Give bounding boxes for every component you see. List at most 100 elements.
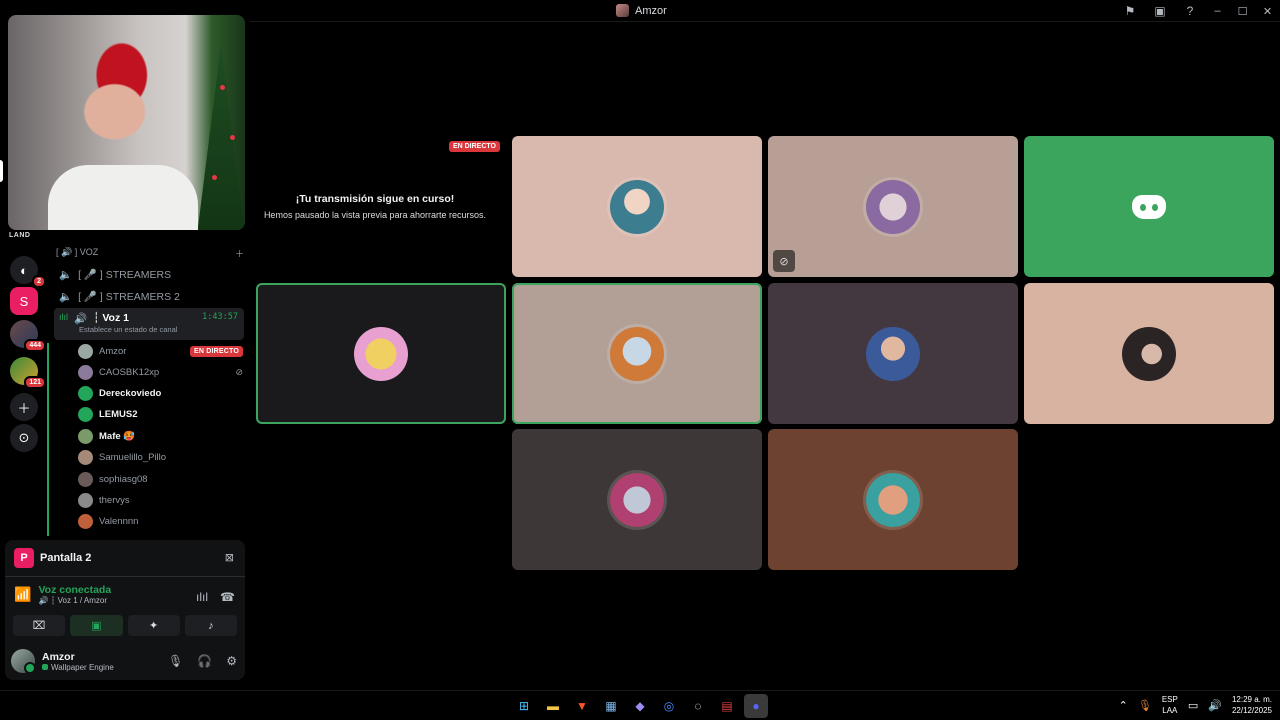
chevron-up-icon[interactable]: ⌃ [1119,699,1128,712]
capcut-button[interactable]: ▤ [715,694,739,718]
discord-taskbar-button[interactable]: ● [744,694,768,718]
member-sophiasg08[interactable]: sophiasg08 [78,470,243,489]
channel-streamers-2[interactable]: 🔈 [ 🎤 ] STREAMERS 2 [54,286,244,306]
camera-button[interactable]: ⌧ [13,615,66,636]
participant-tile[interactable] [512,136,762,277]
brave-button[interactable]: ▼ [570,694,594,718]
soundboard-button[interactable]: ♪ [184,615,237,636]
flag-icon[interactable]: ⚑ [1115,0,1145,22]
plus-icon[interactable]: ＋ [235,247,244,260]
screen-app-icon: P [14,548,34,568]
stop-stream-icon[interactable]: ⊠ [225,551,234,564]
app-icon [42,664,48,670]
start-button[interactable]: ⊞ [512,694,536,718]
microphone-icon[interactable]: 🎙 [168,654,183,668]
member-caosbk12xp[interactable]: CAOSBK12xp ⊘ [78,363,243,382]
network-icon[interactable]: ▭ [1188,699,1198,712]
store-icon: ▦ [605,699,617,713]
clock[interactable]: 12:29 a. m. 22/12/2025 [1232,694,1272,716]
own-stream-tile[interactable]: EN DIRECTO ¡Tu transmisión sigue en curs… [250,136,500,277]
server-folder-2[interactable]: 121 [10,357,46,389]
participant-tile[interactable] [1024,283,1274,424]
inbox-icon[interactable]: ▣ [1145,0,1175,22]
server-folder-1[interactable]: 444 [10,320,46,352]
user-status: Wallpaper Engine [42,663,114,672]
avatar [78,407,93,422]
gamepad-icon: ◆ [635,699,645,713]
microphone-icon[interactable]: 🎙 [1138,699,1152,712]
avatar [78,493,93,508]
member-mafe[interactable]: Mafe 🥵 [78,427,243,446]
add-server-button[interactable]: ＋ [10,393,38,421]
maximize-icon[interactable]: ☐ [1230,0,1255,22]
discord-window: LAND ◐ 2 S 444 121 ＋ ⊙ Amzor ⚑ ▣ ? – ☐ ✕ … [0,0,1280,690]
swirl-icon: ◐ [20,262,28,278]
voice-panel: P Pantalla 2 ⊠ 📶 Voz conectada 🔊 ┆ Voz 1… [5,540,245,680]
minimize-icon[interactable]: – [1205,0,1230,22]
windows-icon: ⊞ [518,699,530,713]
member-thervys[interactable]: thervys [78,491,243,510]
christmas-tree [197,45,245,230]
participant-tile[interactable] [768,283,1018,424]
activities-button[interactable]: ✦ [127,615,180,636]
screen-share-header: P Pantalla 2 [14,548,91,568]
language-indicator[interactable]: ESP LAA [1162,694,1178,716]
help-icon[interactable]: ? [1175,0,1205,22]
window-title: Amzor [616,4,667,17]
voice-status: Voz conectada [38,584,112,596]
participant-tile[interactable] [768,429,1018,570]
participant-tile[interactable] [256,283,506,424]
channel-streamers[interactable]: 🔈 [ 🎤 ] STREAMERS [54,264,244,284]
screen-share-button[interactable]: ▣ [70,615,123,636]
volume-icon[interactable]: 🔊 [1208,699,1222,712]
avatar [610,326,664,381]
time: 12:29 a. m. [1231,695,1272,704]
speaker-lock-icon: 🔈 [59,268,73,281]
window-title-text: Amzor [635,4,667,17]
avatar[interactable] [11,649,36,674]
file-explorer-button[interactable]: ▬ [541,694,565,718]
server-icon-1[interactable]: ◐ 2 [10,256,46,288]
channel-voz-1[interactable]: ılıl 🔊 ┆ Voz 1 1:43:57 Establece un esta… [54,308,244,340]
live-badge: EN DIRECTO [189,346,243,357]
member-name: Samuelillo_Pillo [99,452,167,463]
browser-button[interactable]: ◎ [657,694,681,718]
member-samuelillo[interactable]: Samuelillo_Pillo [78,448,243,467]
stream-subtitle: Hemos pausado la vista previa para ahorr… [263,210,487,220]
avatar [866,179,920,234]
member-lemus2[interactable]: LEMUS2 [78,405,243,424]
user-name: Amzor [42,650,75,663]
avatar [610,472,664,527]
speaker-icon: 🔊 [74,313,88,325]
folder-icon: ▬ [547,699,559,713]
voice-category[interactable]: [ 🔊 ] VOZ ＋ [56,247,244,260]
avatar [78,386,93,401]
member-valennnn[interactable]: Valennnn [78,512,243,531]
participant-tile[interactable] [512,283,762,424]
voice-connection[interactable]: 📶 Voz conectada 🔊 ┆ Voz 1 / Amzor [14,584,111,605]
noise-suppression-icon[interactable]: ılıl [196,590,208,604]
discover-button[interactable]: ⊙ [10,424,38,452]
participant-tile[interactable] [1024,136,1274,277]
obs-button[interactable]: ◌ [686,694,710,718]
gear-icon[interactable]: ⚙ [226,654,237,668]
disconnect-icon[interactable]: ☎ [220,590,235,604]
system-tray: ⌃ 🎙 ESP LAA ▭ 🔊 12:29 a. m. 22/12/2025 [1119,694,1272,716]
title-bar: Amzor ⚑ ▣ ? – ☐ ✕ [250,0,1280,22]
close-icon[interactable]: ✕ [1255,0,1280,22]
store-button[interactable]: ▦ [599,694,623,718]
title-controls: ⚑ ▣ ? – ☐ ✕ [1115,0,1280,22]
member-amzor[interactable]: Amzor EN DIRECTO [78,342,243,361]
avatar [78,450,93,465]
member-dereckoviedo[interactable]: Dereckoviedo [78,384,243,403]
participant-tile[interactable]: ⊘ [768,136,1018,277]
voice-tree-line [47,343,49,536]
member-name: Mafe 🥵 [99,431,136,442]
activities-icon: ✦ [149,620,159,632]
participant-tile[interactable] [512,429,762,570]
gamepad-button[interactable]: ◆ [628,694,652,718]
channel-status[interactable]: Establece un estado de canal [79,325,177,334]
taskbar: ⊞ ▬ ▼ ▦ ◆ ◎ ◌ ▤ ● ⌃ 🎙 ESP LAA ▭ 🔊 12:29 … [0,690,1280,720]
headphones-icon[interactable]: 🎧 [197,654,212,668]
server-icon-2[interactable]: S [10,287,38,315]
